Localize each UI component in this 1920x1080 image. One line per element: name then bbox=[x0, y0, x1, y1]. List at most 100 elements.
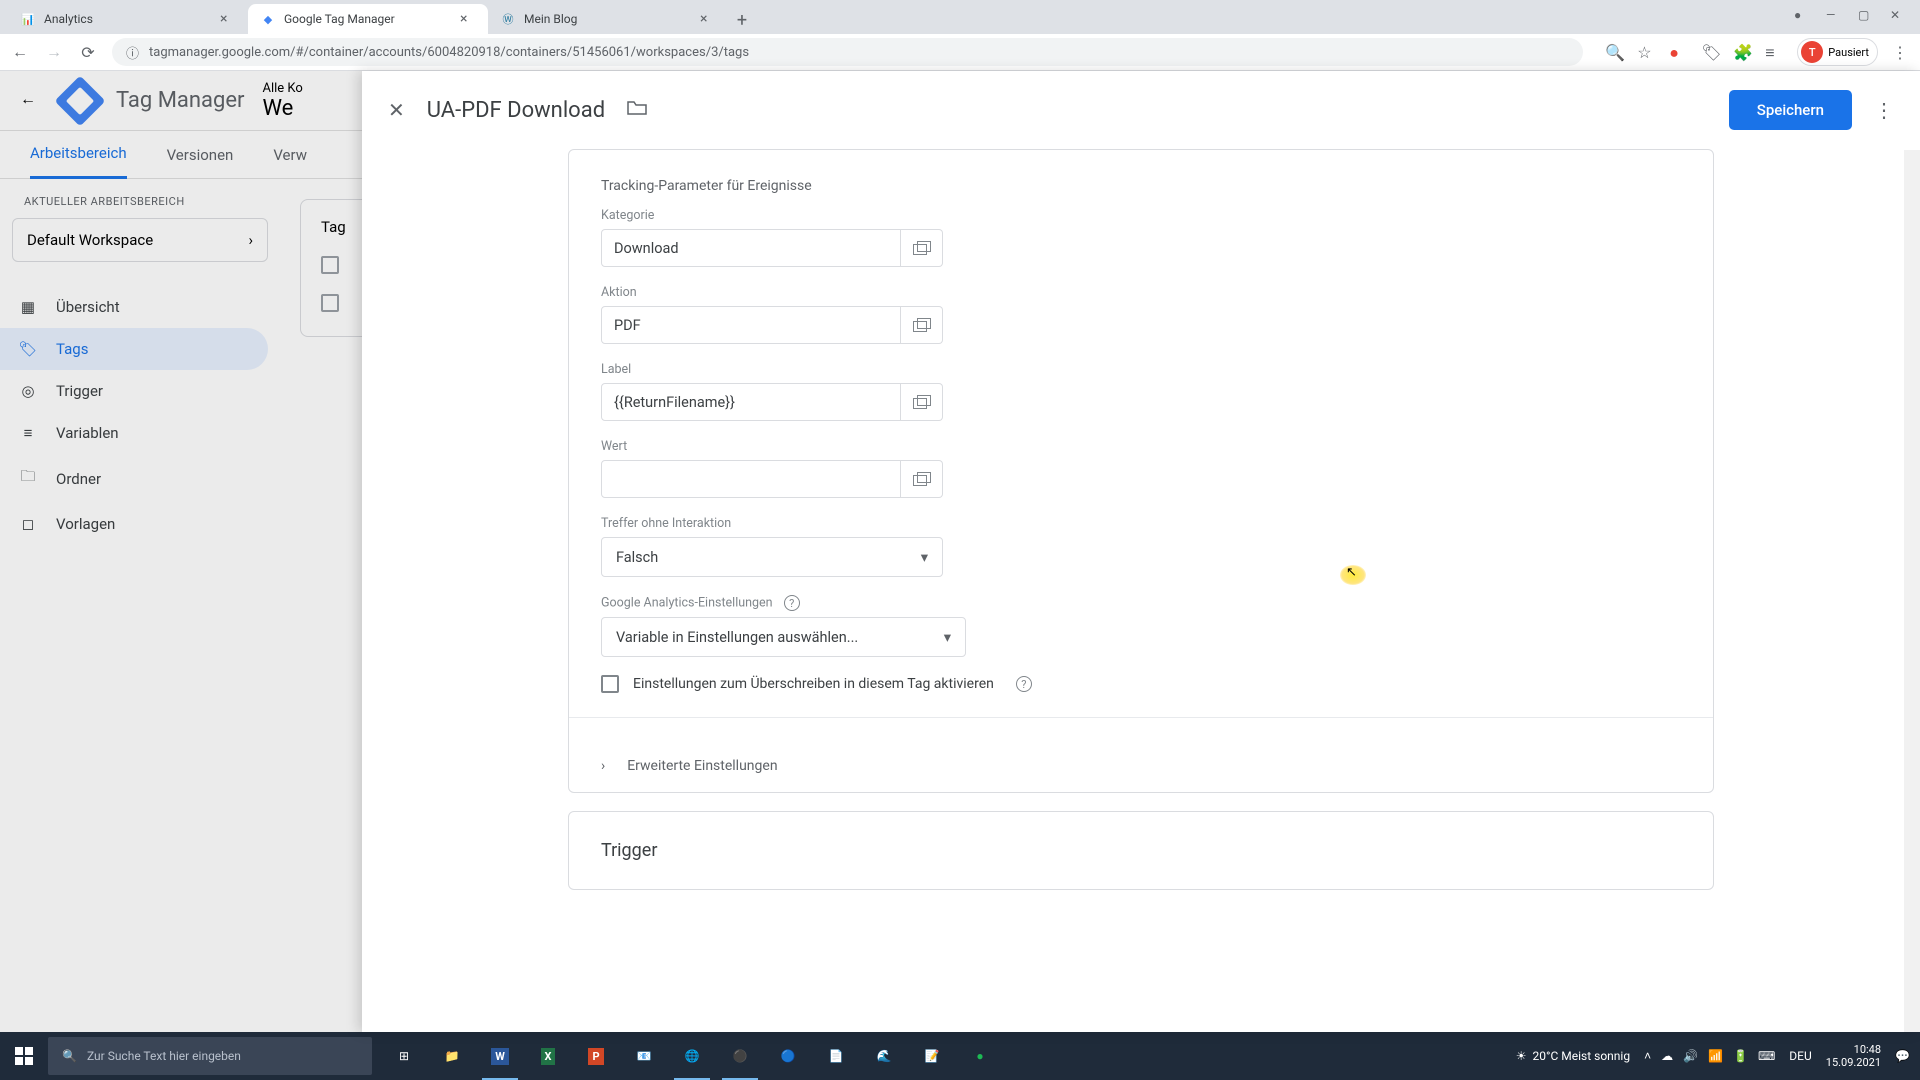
overflow-menu-icon[interactable]: ⋮ bbox=[1874, 98, 1894, 122]
taskbar-right: ☀ 20°C Meist sonnig ˄ ☁ 🔊 📶 🔋 ⌨ DEU 10:4… bbox=[1516, 1043, 1920, 1069]
system-tray: ˄ ☁ 🔊 📶 🔋 ⌨ bbox=[1644, 1049, 1775, 1063]
trigger-icon: ◎ bbox=[18, 382, 38, 400]
tag-extension-icon[interactable]: 🏷 bbox=[1701, 43, 1719, 61]
start-button[interactable] bbox=[0, 1032, 48, 1080]
maximize-icon[interactable]: ▢ bbox=[1858, 8, 1872, 22]
tab-gtm[interactable]: ◆ Google Tag Manager × bbox=[248, 4, 488, 34]
star-icon[interactable]: ☆ bbox=[1637, 43, 1655, 61]
word-icon[interactable]: W bbox=[476, 1032, 524, 1080]
field-label: Aktion bbox=[601, 285, 1681, 300]
sun-icon: ☀ bbox=[1516, 1049, 1527, 1063]
address-bar: ← → ⟳ ⓘ tagmanager.google.com/#/containe… bbox=[0, 34, 1920, 71]
field-label: Label bbox=[601, 362, 1681, 377]
variable-picker-button[interactable] bbox=[901, 460, 943, 498]
app-icon[interactable]: 📄 bbox=[812, 1032, 860, 1080]
volume-icon[interactable]: 🔊 bbox=[1683, 1049, 1698, 1063]
close-window-icon[interactable]: ✕ bbox=[1890, 8, 1904, 22]
windows-logo-icon bbox=[15, 1047, 33, 1065]
wifi-icon[interactable]: 📶 bbox=[1708, 1049, 1723, 1063]
override-checkbox[interactable] bbox=[601, 675, 619, 693]
tab-versionen[interactable]: Versionen bbox=[167, 146, 234, 164]
powerpoint-icon[interactable]: P bbox=[572, 1032, 620, 1080]
variable-picker-button[interactable] bbox=[901, 383, 943, 421]
close-button[interactable]: ✕ bbox=[388, 98, 405, 122]
excel-icon[interactable]: X bbox=[524, 1032, 572, 1080]
kategorie-input[interactable] bbox=[601, 229, 901, 267]
variable-picker-button[interactable] bbox=[901, 306, 943, 344]
chevron-up-icon[interactable]: ˄ bbox=[1644, 1049, 1651, 1063]
nav-vorlagen[interactable]: ◻Vorlagen bbox=[0, 503, 268, 545]
wert-input[interactable] bbox=[601, 460, 901, 498]
nav-uebersicht[interactable]: ▦Übersicht bbox=[0, 286, 268, 328]
menu-icon[interactable]: ⋮ bbox=[1892, 43, 1910, 61]
aktion-input[interactable] bbox=[601, 306, 901, 344]
ga-settings-select[interactable]: Variable in Einstellungen auswählen... ▾ bbox=[601, 617, 966, 657]
weather-widget[interactable]: ☀ 20°C Meist sonnig bbox=[1516, 1049, 1630, 1063]
close-icon[interactable]: × bbox=[460, 11, 476, 27]
spotify-icon[interactable]: ● bbox=[956, 1032, 1004, 1080]
overlay-title[interactable]: UA-PDF Download bbox=[427, 98, 605, 123]
checkbox[interactable] bbox=[321, 294, 339, 312]
zoom-icon[interactable]: 🔍 bbox=[1605, 43, 1623, 61]
tag-icon: 🏷 bbox=[18, 340, 38, 358]
tab-verwaltung[interactable]: Verw bbox=[273, 146, 307, 164]
folder-icon[interactable] bbox=[627, 100, 647, 120]
notification-icon[interactable]: 💬 bbox=[1895, 1049, 1910, 1063]
puzzle-icon[interactable]: 🧩 bbox=[1733, 43, 1751, 61]
list-icon[interactable]: ≡ bbox=[1765, 43, 1783, 61]
nav-trigger[interactable]: ◎Trigger bbox=[0, 370, 268, 412]
tab-analytics[interactable]: 📊 Analytics × bbox=[8, 4, 248, 34]
tab-blog[interactable]: Ⓦ Mein Blog × bbox=[488, 4, 728, 34]
url-input[interactable]: ⓘ tagmanager.google.com/#/container/acco… bbox=[112, 38, 1583, 66]
onedrive-icon[interactable]: ☁ bbox=[1661, 1049, 1673, 1063]
taskbar-search[interactable]: 🔍 Zur Suche Text hier eingeben bbox=[48, 1037, 372, 1075]
treffer-select[interactable]: Falsch ▾ bbox=[601, 537, 943, 577]
override-label: Einstellungen zum Überschreiben in diese… bbox=[633, 676, 994, 692]
advanced-settings-toggle[interactable]: › Erweiterte Einstellungen bbox=[569, 740, 1713, 792]
trigger-panel[interactable]: Trigger bbox=[568, 811, 1714, 890]
tag-editor-overlay: ✕ UA-PDF Download Speichern ⋮ Tracking-P… bbox=[362, 71, 1920, 1032]
explorer-icon[interactable]: 📁 bbox=[428, 1032, 476, 1080]
nav-ordner[interactable]: 🗀Ordner bbox=[0, 454, 268, 503]
save-button[interactable]: Speichern bbox=[1729, 90, 1852, 130]
site-info-icon[interactable]: ⓘ bbox=[126, 43, 139, 62]
clock[interactable]: 10:48 15.09.2021 bbox=[1826, 1043, 1881, 1069]
label-input[interactable] bbox=[601, 383, 901, 421]
reload-button[interactable]: ⟳ bbox=[78, 42, 98, 62]
gtm-logo-icon bbox=[55, 75, 106, 126]
close-icon[interactable]: × bbox=[700, 11, 716, 27]
back-arrow-icon[interactable]: ← bbox=[20, 89, 44, 113]
help-icon[interactable]: ? bbox=[784, 595, 800, 611]
nav-variablen[interactable]: ≡Variablen bbox=[0, 412, 268, 454]
gtm-favicon-icon: ◆ bbox=[260, 11, 276, 27]
profile-paused[interactable]: T Pausiert bbox=[1797, 38, 1878, 66]
task-view-icon[interactable]: ⊞ bbox=[380, 1032, 428, 1080]
scrollbar[interactable] bbox=[1904, 150, 1920, 1032]
workspace-selector[interactable]: Default Workspace › bbox=[12, 218, 268, 262]
dot-icon[interactable]: ● bbox=[1794, 8, 1808, 22]
checkbox[interactable] bbox=[321, 256, 339, 274]
chrome-icon[interactable]: 🌐 bbox=[668, 1032, 716, 1080]
divider bbox=[569, 717, 1713, 718]
forward-button[interactable]: → bbox=[44, 42, 64, 62]
back-button[interactable]: ← bbox=[10, 42, 30, 62]
battery-icon[interactable]: 🔋 bbox=[1733, 1049, 1748, 1063]
app-icon[interactable]: 🔵 bbox=[764, 1032, 812, 1080]
notepad-icon[interactable]: 📝 bbox=[908, 1032, 956, 1080]
avatar-icon: T bbox=[1801, 41, 1823, 63]
tab-arbeitsbereich[interactable]: Arbeitsbereich bbox=[30, 131, 127, 179]
language-indicator[interactable]: DEU bbox=[1789, 1049, 1811, 1063]
obs-icon[interactable]: ⚫ bbox=[716, 1032, 764, 1080]
nav-tags[interactable]: 🏷Tags bbox=[0, 328, 268, 370]
edge-icon[interactable]: 🌊 bbox=[860, 1032, 908, 1080]
close-icon[interactable]: × bbox=[220, 11, 236, 27]
extension-icon[interactable]: ● bbox=[1669, 43, 1687, 61]
keyboard-icon[interactable]: ⌨ bbox=[1758, 1049, 1775, 1063]
help-icon[interactable]: ? bbox=[1016, 676, 1032, 692]
variable-picker-button[interactable] bbox=[901, 229, 943, 267]
mail-icon[interactable]: 📧 bbox=[620, 1032, 668, 1080]
url-text: tagmanager.google.com/#/container/accoun… bbox=[149, 45, 749, 60]
workspace-section-label: AKTUELLER ARBEITSBEREICH bbox=[12, 195, 268, 208]
new-tab-button[interactable]: + bbox=[728, 6, 756, 34]
minimize-icon[interactable]: — bbox=[1826, 8, 1840, 22]
